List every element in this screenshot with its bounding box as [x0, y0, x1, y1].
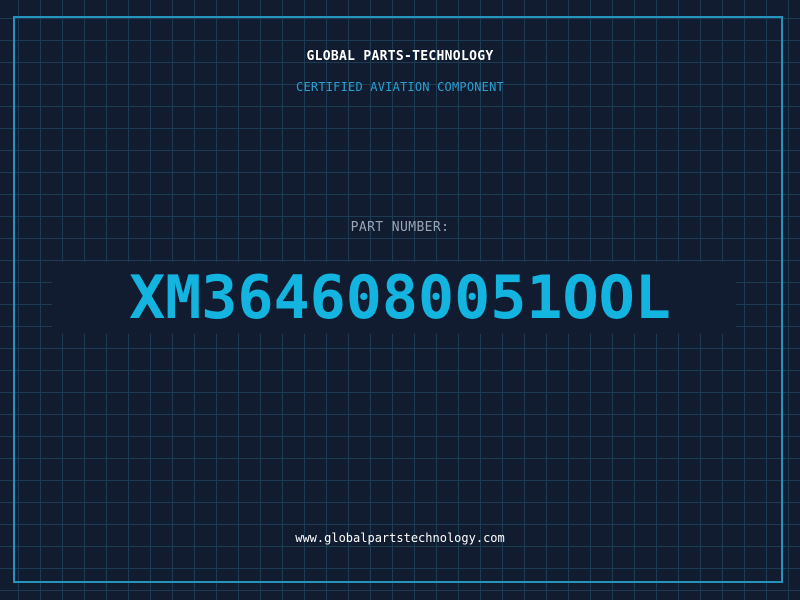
website-url: www.globalpartstechnology.com: [295, 531, 505, 545]
part-number-value: XM3646080051OOL: [129, 263, 671, 333]
part-number-label: PART NUMBER:: [350, 220, 450, 235]
brand-name: GLOBAL PARTS-TECHNOLOGY: [306, 49, 494, 64]
certification-tagline: CERTIFIED AVIATION COMPONENT: [296, 80, 504, 94]
